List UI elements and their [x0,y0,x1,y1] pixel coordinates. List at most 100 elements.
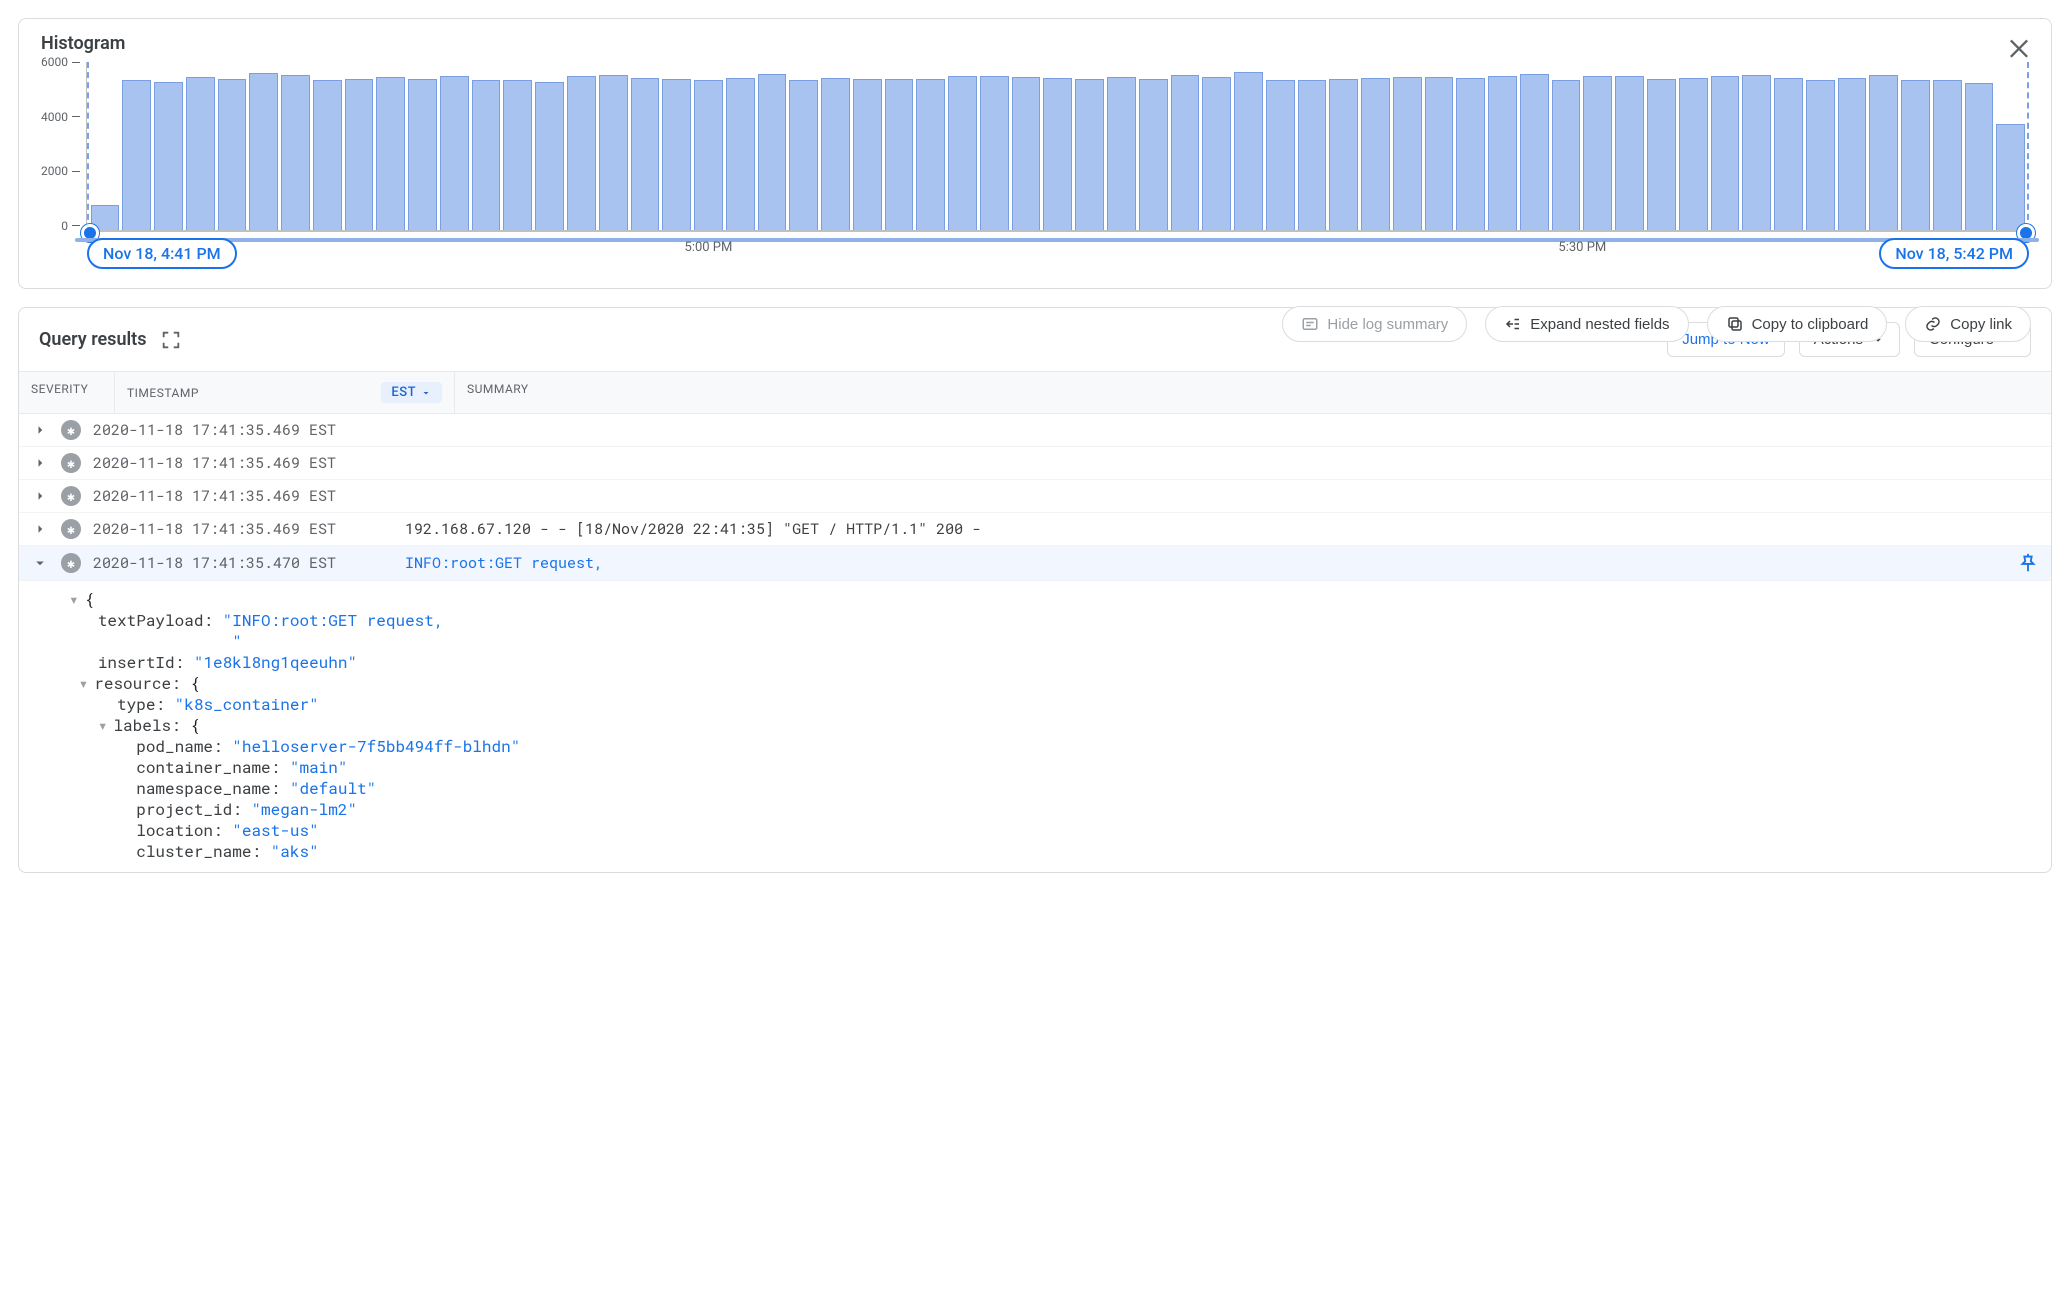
histogram-bar[interactable] [1043,78,1072,230]
histogram-bar[interactable] [281,75,310,230]
expand-nested-fields-button[interactable]: Expand nested fields [1485,306,1688,342]
histogram-bar[interactable] [1583,76,1612,230]
expand-row-icon[interactable] [31,520,49,538]
histogram-bar[interactable] [1488,76,1517,230]
expand-row-icon[interactable] [31,421,49,439]
log-row[interactable]: ✱2020-11-18 17:41:35.469 EST192.168.67.1… [19,513,2051,546]
histogram-bar[interactable] [948,76,977,230]
json-line[interactable]: container_name: "main" [69,757,2031,778]
histogram-bar[interactable] [376,77,405,230]
histogram-bar[interactable] [249,73,278,230]
json-line[interactable]: ▾{ [69,589,2031,610]
histogram-bar[interactable] [154,82,183,230]
histogram-bar[interactable] [1647,79,1676,230]
histogram-bar[interactable] [122,80,151,230]
json-line[interactable]: ▾resource: { [69,673,2031,694]
copy-to-clipboard-button[interactable]: Copy to clipboard [1707,306,1888,342]
hide-log-summary-button[interactable]: Hide log summary [1282,306,1467,342]
close-icon[interactable] [2005,33,2033,61]
fullscreen-icon[interactable] [160,329,182,351]
severity-icon[interactable]: ✱ [61,553,81,573]
histogram-bar[interactable] [821,78,850,230]
histogram-bar[interactable] [1520,74,1549,230]
histogram-bar[interactable] [408,79,437,230]
histogram-bar[interactable] [1171,75,1200,230]
histogram-bar[interactable] [1075,79,1104,230]
histogram-bar[interactable] [1901,80,1930,230]
histogram-bar[interactable] [472,80,501,230]
histogram-bar[interactable] [599,75,628,230]
copy-link-button[interactable]: Copy link [1905,306,2031,342]
histogram-bar[interactable] [1996,124,2025,230]
json-line[interactable]: insertId: "1e8kl8ng1qeeuhn" [69,652,2031,673]
json-line[interactable]: project_id: "megan-lm2" [69,799,2031,820]
severity-icon[interactable]: ✱ [61,519,81,539]
histogram-bar[interactable] [503,80,532,230]
histogram-bar[interactable] [535,82,564,230]
histogram-bar[interactable] [1393,77,1422,230]
histogram-bar[interactable] [1107,77,1136,230]
pin-icon[interactable] [2017,552,2039,574]
histogram-bar[interactable] [726,78,755,230]
histogram-bar[interactable] [1234,72,1263,230]
histogram-bar[interactable] [1679,78,1708,230]
histogram-bar[interactable] [567,76,596,230]
histogram-bar[interactable] [1329,79,1358,230]
expand-row-icon[interactable] [31,554,49,572]
expand-row-icon[interactable] [31,454,49,472]
histogram-bar[interactable] [313,80,342,230]
json-line[interactable]: pod_name: "helloserver-7f5bb494ff-blhdn" [69,736,2031,757]
histogram-bar[interactable] [345,79,374,230]
json-line[interactable]: namespace_name: "default" [69,778,2031,799]
histogram-bar[interactable] [1838,78,1867,230]
histogram-bar[interactable] [1933,80,1962,230]
histogram-bar[interactable] [1139,79,1168,230]
json-line[interactable]: " [69,631,2031,652]
json-line[interactable]: cluster_name: "aks" [69,841,2031,862]
histogram-bar[interactable] [885,79,914,230]
histogram-bar[interactable] [1869,75,1898,230]
histogram-bar[interactable] [1965,83,1994,230]
json-line[interactable]: ▾labels: { [69,715,2031,736]
histogram-bar[interactable] [1202,77,1231,230]
log-row[interactable]: ✱2020-11-18 17:41:35.469 EST [19,480,2051,513]
json-line[interactable]: textPayload: "INFO:root:GET request, [69,610,2031,631]
histogram-bar[interactable] [758,74,787,230]
histogram-bar[interactable] [1456,78,1485,230]
time-pill-end[interactable]: Nov 18, 5:42 PM [1879,238,2029,269]
severity-icon[interactable]: ✱ [61,453,81,473]
histogram-bar[interactable] [853,79,882,230]
log-row[interactable]: ✱2020-11-18 17:41:35.469 EST [19,447,2051,480]
histogram-bar[interactable] [662,79,691,230]
histogram-bars[interactable] [87,62,2029,232]
severity-icon[interactable]: ✱ [61,486,81,506]
histogram-bar[interactable] [1425,77,1454,230]
histogram-bar[interactable] [440,76,469,230]
histogram-bar[interactable] [789,80,818,230]
histogram-bar[interactable] [631,78,660,230]
col-severity: SEVERITY [19,372,115,413]
histogram-bar[interactable] [694,80,723,230]
histogram-bar[interactable] [1361,78,1390,230]
histogram-bar[interactable] [218,79,247,230]
histogram-bar[interactable] [1298,80,1327,230]
histogram-bar[interactable] [1266,80,1295,230]
histogram-bar[interactable] [1552,80,1581,230]
severity-icon[interactable]: ✱ [61,420,81,440]
time-pill-start[interactable]: Nov 18, 4:41 PM [87,238,237,269]
histogram-bar[interactable] [1012,77,1041,230]
histogram-bar[interactable] [980,76,1009,230]
timezone-chip[interactable]: EST [381,382,442,403]
histogram-bar[interactable] [1742,75,1771,230]
json-line[interactable]: location: "east-us" [69,820,2031,841]
histogram-bar[interactable] [1806,80,1835,230]
expand-row-icon[interactable] [31,487,49,505]
histogram-bar[interactable] [1711,76,1740,230]
histogram-bar[interactable] [186,77,215,230]
histogram-bar[interactable] [916,79,945,230]
log-row[interactable]: ✱2020-11-18 17:41:35.469 EST [19,414,2051,447]
json-line[interactable]: type: "k8s_container" [69,694,2031,715]
histogram-bar[interactable] [1774,78,1803,230]
log-row[interactable]: ✱2020-11-18 17:41:35.470 ESTINFO:root:GE… [19,546,2051,581]
histogram-bar[interactable] [1615,76,1644,230]
